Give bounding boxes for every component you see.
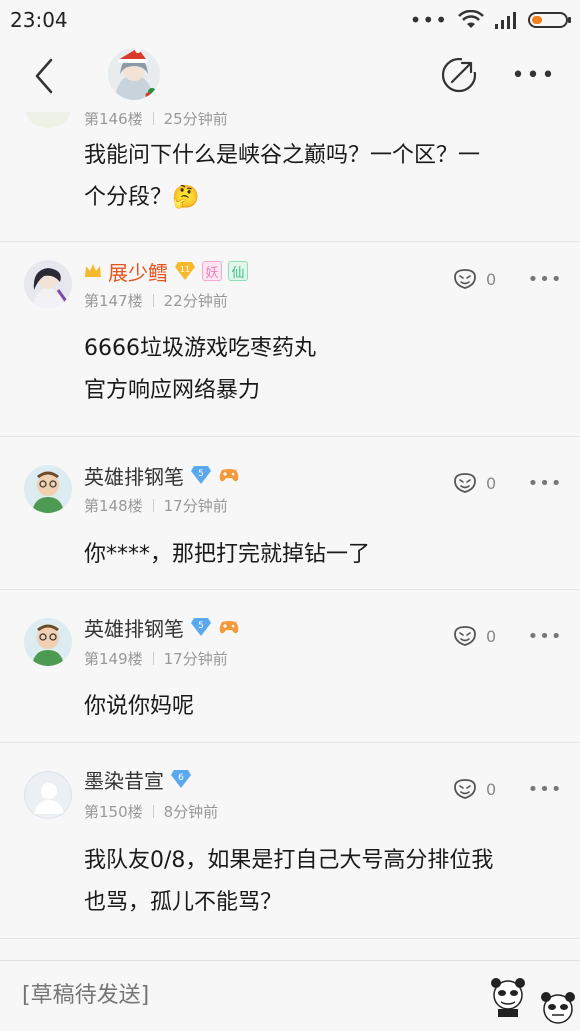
- commenter-name[interactable]: 英雄排钢笔: [84, 461, 184, 490]
- more-icon: •••: [511, 62, 557, 88]
- sticker-button[interactable]: [486, 975, 530, 1019]
- comment-more-button[interactable]: •••: [528, 779, 562, 800]
- nav-bar: •••: [0, 40, 580, 112]
- gamepad-icon: [219, 469, 239, 482]
- level-number: 11: [180, 265, 190, 274]
- floor-number: 第149楼: [84, 650, 143, 668]
- like-icon: [454, 473, 476, 493]
- floor-number: 第146楼: [84, 112, 143, 128]
- floor-number: 第148楼: [84, 497, 143, 515]
- comment-text-line: 也骂，孤儿不能骂？: [84, 890, 283, 915]
- sticker-button[interactable]: [536, 987, 580, 1031]
- back-button[interactable]: [24, 54, 64, 98]
- commenter-name[interactable]: 英雄排钢笔: [84, 613, 184, 642]
- comment-time: 25分钟前: [163, 112, 228, 128]
- comment-item: 墨染昔宣 6 第150楼 8分钟前 0 ••• 我队友0/8，如果是打自己大号高分…: [0, 743, 580, 939]
- default-avatar-icon: [34, 783, 64, 814]
- back-icon: [35, 58, 53, 94]
- comment-item: 英雄排钢笔 5 第149楼 17分钟前 0 ••• 你说你妈呢: [0, 590, 580, 743]
- like-count: 0: [486, 269, 497, 289]
- like-count: 0: [486, 473, 497, 493]
- level-number: 5: [198, 469, 204, 479]
- comment-meta: 第149楼 17分钟前: [84, 648, 228, 669]
- share-button[interactable]: [440, 56, 478, 94]
- share-icon: [441, 56, 478, 93]
- like-button[interactable]: 0: [452, 776, 512, 802]
- comment-more-button[interactable]: •••: [528, 473, 562, 494]
- comment-time: 17分钟前: [163, 497, 228, 515]
- status-time: 23:04: [10, 8, 68, 32]
- commenter-avatar[interactable]: [24, 112, 72, 128]
- comment-text-line: 你****，那把打完就掉钻一了: [84, 542, 371, 567]
- comment-meta: 第147楼 22分钟前: [84, 290, 228, 311]
- like-count: 0: [486, 779, 497, 799]
- post-author-avatar[interactable]: [108, 48, 160, 100]
- comment-meta: 第146楼 25分钟前: [84, 112, 228, 129]
- comment-meta: 第148楼 17分钟前: [84, 495, 228, 516]
- commenter-name-row: 英雄排钢笔 5: [84, 461, 240, 490]
- comment-more-button[interactable]: •••: [528, 269, 562, 290]
- comment-text[interactable]: 我能问下什么是峡谷之巅吗？一个区？一 个分段？🤔: [84, 135, 564, 219]
- commenter-avatar[interactable]: [24, 465, 72, 513]
- avatar-image: [108, 48, 160, 100]
- reply-bar: [0, 960, 580, 1031]
- comment-text-line: 6666垃圾游戏吃枣药丸: [84, 336, 316, 361]
- comment-time: 22分钟前: [163, 292, 228, 310]
- comment-meta: 第150楼 8分钟前: [84, 801, 218, 822]
- comment-text[interactable]: 你说你妈呢: [84, 686, 564, 728]
- like-icon: [454, 779, 476, 799]
- comment-time: 17分钟前: [163, 650, 228, 668]
- like-button[interactable]: 0: [452, 470, 512, 496]
- commenter-name-row: 英雄排钢笔 5: [84, 613, 240, 642]
- level-number: 5: [198, 621, 204, 631]
- status-icons: •••: [410, 8, 572, 32]
- comment-text-line: 我队友0/8，如果是打自己大号高分排位我: [84, 848, 494, 873]
- comment-feed[interactable]: 第146楼 25分钟前 我能问下什么是峡谷之巅吗？一个区？一 个分段？🤔 展少鳕: [0, 112, 580, 960]
- commenter-avatar[interactable]: [24, 771, 72, 819]
- gem-badge-icon: 5: [190, 616, 212, 638]
- comment-text[interactable]: 你****，那把打完就掉钻一了: [84, 534, 564, 576]
- more-button[interactable]: •••: [511, 60, 557, 90]
- comment-text[interactable]: 我队友0/8，如果是打自己大号高分排位我 也骂，孤儿不能骂？: [84, 840, 564, 924]
- gem-badge-icon: 5: [190, 464, 212, 486]
- badge-tag-yao: 妖: [202, 261, 222, 281]
- like-button[interactable]: 0: [452, 623, 512, 649]
- panda-sticker-icon: [541, 992, 575, 1024]
- commenter-avatar[interactable]: [24, 618, 72, 666]
- comment-item: 第146楼 25分钟前 我能问下什么是峡谷之巅吗？一个区？一 个分段？🤔: [0, 112, 580, 242]
- like-count: 0: [486, 626, 497, 646]
- level-number: 6: [178, 773, 184, 783]
- badge-tag-xian: 仙: [228, 261, 248, 281]
- comment-item: 英雄排钢笔 5 第148楼 17分钟前 0 ••• 你****，那把打完就掉钻一…: [0, 437, 580, 590]
- comment-text-line: 官方响应网络暴力: [84, 378, 261, 403]
- comment-text-line: 你说你妈呢: [84, 694, 195, 719]
- gamepad-icon: [219, 621, 239, 634]
- gem-badge-icon: 6: [170, 768, 192, 790]
- floor-number: 第150楼: [84, 803, 143, 821]
- commenter-name[interactable]: 展少鳕: [108, 257, 168, 286]
- commenter-name-row: 展少鳕 11 妖 仙: [84, 257, 248, 286]
- commenter-name-row: 墨染昔宣 6: [84, 765, 192, 794]
- comment-text[interactable]: 6666垃圾游戏吃枣药丸 官方响应网络暴力: [84, 328, 564, 412]
- battery-icon: [528, 12, 571, 28]
- like-button[interactable]: 0: [452, 266, 512, 292]
- commenter-avatar[interactable]: [24, 260, 72, 308]
- signal-icon: [495, 12, 516, 29]
- crown-icon: [85, 264, 101, 277]
- commenter-name[interactable]: 墨染昔宣: [84, 765, 164, 794]
- comment-more-button[interactable]: •••: [528, 626, 562, 647]
- gem-badge-icon: 11: [174, 260, 196, 282]
- like-icon: [454, 269, 476, 289]
- comment-time: 8分钟前: [163, 803, 219, 821]
- panda-sticker-icon: [491, 978, 525, 1017]
- floor-number: 第147楼: [84, 292, 143, 310]
- comment-text-line: 我能问下什么是峡谷之巅吗？一个区？一: [84, 143, 481, 168]
- like-icon: [454, 626, 476, 646]
- comment-item: 展少鳕 11 妖 仙 第147楼 22分钟前 0 ••• 6666垃圾游戏吃枣药丸…: [0, 242, 580, 437]
- status-bar: 23:04 •••: [0, 0, 580, 40]
- reply-input[interactable]: [22, 977, 462, 1013]
- status-menu-dots: •••: [409, 8, 448, 32]
- wifi-icon: [458, 10, 484, 28]
- comment-text-line: 个分段？🤔: [84, 185, 200, 210]
